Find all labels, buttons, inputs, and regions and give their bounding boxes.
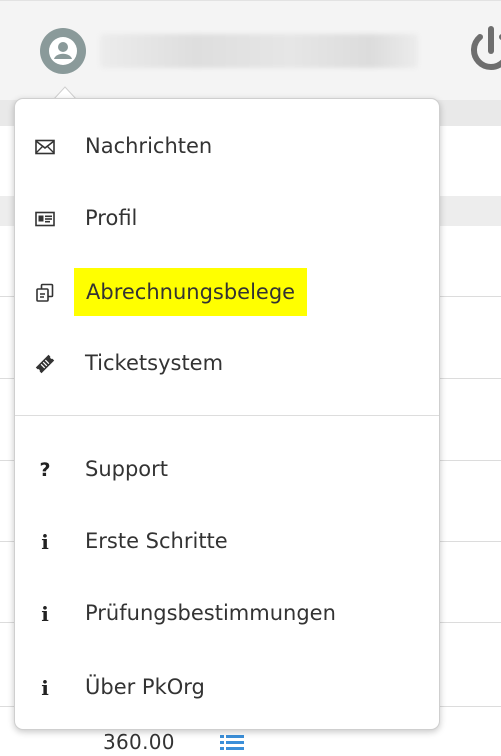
question-icon: ? bbox=[39, 459, 51, 481]
info-icon: i bbox=[41, 602, 49, 626]
menu-item-ticketsystem[interactable]: Ticketsystem bbox=[15, 343, 439, 383]
info-icon: i bbox=[41, 676, 49, 700]
power-icon[interactable] bbox=[466, 25, 501, 75]
menu-item-label: Erste Schritte bbox=[85, 529, 228, 553]
top-bar bbox=[0, 0, 501, 100]
list-icon[interactable] bbox=[220, 734, 244, 754]
user-dropdown-menu: Nachrichten Profil Abrechnungsbelege Tic… bbox=[14, 98, 440, 730]
menu-item-profil[interactable]: Profil bbox=[15, 198, 439, 238]
menu-item-label: Über PkOrg bbox=[85, 675, 205, 699]
menu-divider bbox=[15, 415, 439, 416]
menu-item-label: Profil bbox=[85, 206, 138, 230]
menu-item-pruefungsbestimmungen[interactable]: i Prüfungsbestimmungen bbox=[15, 593, 439, 633]
menu-item-label: Prüfungsbestimmungen bbox=[85, 601, 336, 625]
envelope-icon bbox=[35, 137, 55, 157]
menu-item-label: Support bbox=[85, 457, 169, 481]
amount-value: 360.00 bbox=[103, 730, 175, 754]
menu-item-nachrichten[interactable]: Nachrichten bbox=[15, 126, 439, 166]
menu-item-support[interactable]: ? Support bbox=[15, 449, 439, 489]
menu-item-abrechnungsbelege[interactable]: Abrechnungsbelege bbox=[15, 268, 439, 316]
info-icon: i bbox=[41, 530, 49, 554]
user-avatar-icon[interactable] bbox=[40, 28, 86, 74]
id-card-icon bbox=[35, 209, 55, 229]
menu-item-ueber-pkorg[interactable]: i Über PkOrg bbox=[15, 667, 439, 707]
menu-item-erste-schritte[interactable]: i Erste Schritte bbox=[15, 521, 439, 561]
copy-documents-icon bbox=[35, 283, 55, 303]
menu-item-label: Ticketsystem bbox=[85, 351, 224, 375]
username-redacted bbox=[100, 34, 418, 68]
menu-item-label-highlighted: Abrechnungsbelege bbox=[74, 268, 308, 316]
ticket-icon bbox=[35, 354, 55, 374]
menu-item-label: Nachrichten bbox=[85, 134, 213, 158]
